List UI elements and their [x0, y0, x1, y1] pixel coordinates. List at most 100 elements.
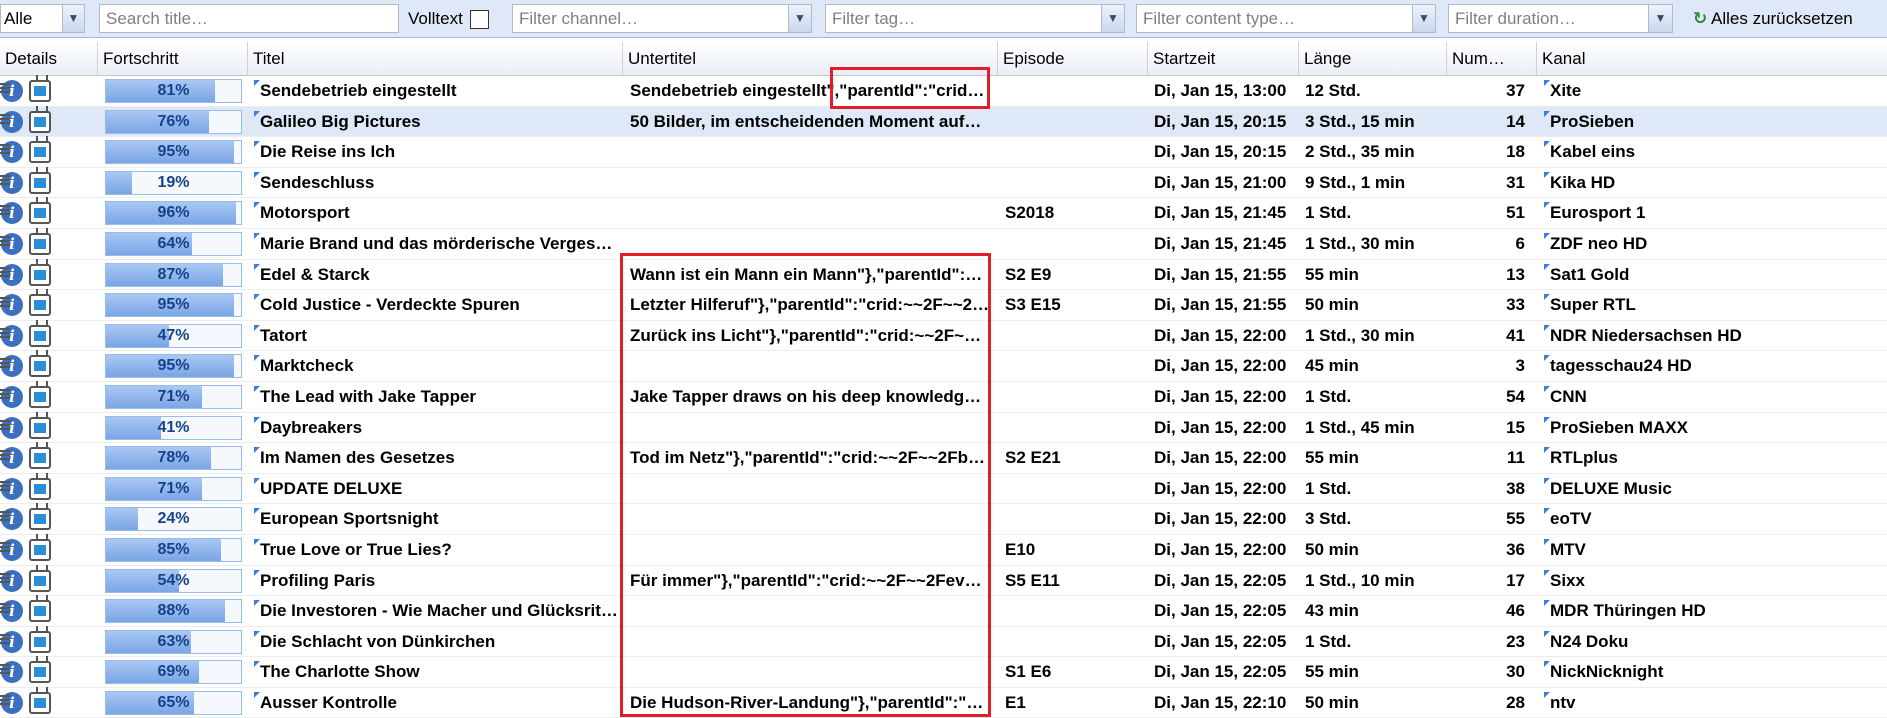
tv-icon[interactable]: [29, 263, 51, 286]
tv-icon[interactable]: [29, 80, 51, 102]
table-row[interactable]: i 54% Profiling Paris Für immer"},"parentId…: [0, 566, 1887, 597]
table-row[interactable]: i 95% Cold Justice - Verdeckte Spuren Letzt…: [0, 290, 1887, 321]
tv-icon[interactable]: [29, 538, 51, 561]
table-row[interactable]: i 47% Tatort Zurück ins Licht"},"parentId":…: [0, 321, 1887, 352]
tv-icon[interactable]: [29, 477, 51, 500]
cell-title: Tatort: [260, 325, 307, 345]
table-row[interactable]: i 69% The Charlotte Show S1 E6 Di, Jan 15, 2…: [0, 657, 1887, 688]
tv-icon[interactable]: [29, 324, 51, 347]
tv-icon[interactable]: [29, 691, 51, 714]
channel-filter[interactable]: Filter channel… ▼: [512, 4, 812, 33]
table-row[interactable]: i 64% Marie Brand und das mörderische Verg…: [0, 229, 1887, 260]
cell-channel: MTV: [1550, 539, 1586, 559]
column-header-length[interactable]: Länge: [1299, 42, 1447, 75]
info-icon[interactable]: i: [0, 110, 23, 133]
info-icon[interactable]: i: [0, 141, 23, 164]
progress-label: 85%: [157, 540, 190, 558]
progress-bar: 81%: [105, 79, 242, 103]
cell-channel: Sat1 Gold: [1550, 264, 1630, 284]
tv-icon[interactable]: [29, 202, 51, 225]
info-icon[interactable]: i: [0, 324, 23, 347]
table-row[interactable]: i 76% Galileo Big Pictures 50 Bilder, im en…: [0, 106, 1887, 138]
info-icon[interactable]: i: [0, 232, 23, 255]
info-icon[interactable]: i: [0, 385, 23, 408]
info-icon[interactable]: i: [0, 508, 23, 531]
tv-icon[interactable]: [29, 232, 51, 255]
table-row[interactable]: i 78% Im Namen des Gesetzes Tod im Netz"},"…: [0, 443, 1887, 474]
tv-icon[interactable]: [29, 508, 51, 531]
info-icon[interactable]: i: [0, 202, 23, 225]
table-row[interactable]: i 81% Sendebetrieb eingestellt Sendebetrieb…: [0, 76, 1887, 107]
chevron-down-icon[interactable]: ▼: [788, 5, 811, 32]
info-icon[interactable]: i: [0, 416, 23, 439]
column-header-progress[interactable]: Fortschritt: [98, 42, 248, 75]
info-icon[interactable]: i: [0, 80, 23, 102]
table-row[interactable]: i 71% The Lead with Jake Tapper Jake Tapper…: [0, 382, 1887, 413]
info-icon[interactable]: i: [0, 538, 23, 561]
progress-bar: 65%: [105, 690, 242, 715]
info-icon[interactable]: i: [0, 477, 23, 500]
cell-episode: [1005, 321, 1145, 351]
column-header-subtitle[interactable]: Untertitel: [623, 42, 998, 75]
tv-icon[interactable]: [29, 355, 51, 378]
chevron-down-icon[interactable]: ▼: [1649, 5, 1672, 32]
tv-icon[interactable]: [29, 141, 51, 164]
table-row[interactable]: i 24% European Sportsnight Di, Jan 15, 22:0…: [0, 504, 1887, 535]
table-row[interactable]: i 95% Marktcheck Di, Jan 15, 22:00 45 min 3 ta…: [0, 351, 1887, 382]
tv-icon[interactable]: [29, 416, 51, 439]
column-header-number[interactable]: Num…: [1447, 42, 1537, 75]
table-row[interactable]: i 41% Daybreakers Di, Jan 15, 22:00 1 Std., …: [0, 413, 1887, 444]
info-icon[interactable]: i: [0, 569, 23, 592]
cell-episode: [1005, 596, 1145, 626]
chevron-down-icon[interactable]: ▼: [62, 5, 84, 32]
table-row[interactable]: i 19% Sendeschluss Di, Jan 15, 21:00 9 Std.,…: [0, 168, 1887, 199]
info-icon[interactable]: i: [0, 447, 23, 470]
tv-icon[interactable]: [29, 569, 51, 592]
tv-icon[interactable]: [29, 110, 51, 133]
tv-icon[interactable]: [29, 661, 51, 684]
tag-filter[interactable]: Filter tag… ▼: [825, 4, 1125, 33]
column-header-channel[interactable]: Kanal: [1537, 42, 1887, 75]
tv-icon[interactable]: [29, 171, 51, 194]
progress-label: 63%: [157, 632, 190, 650]
info-icon[interactable]: i: [0, 263, 23, 286]
tv-icon[interactable]: [29, 385, 51, 408]
chevron-down-icon[interactable]: ▼: [1412, 5, 1435, 32]
column-header-title[interactable]: Titel: [248, 42, 623, 75]
column-header-details[interactable]: Details: [0, 42, 98, 75]
info-icon[interactable]: i: [0, 661, 23, 684]
table-row[interactable]: i 95% Die Reise ins Ich Di, Jan 15, 20:15 2 …: [0, 137, 1887, 168]
table-row[interactable]: i 65% Ausser Kontrolle Die Hudson-River-Lan…: [0, 688, 1887, 718]
column-header-start[interactable]: Startzeit: [1148, 42, 1299, 75]
table-row[interactable]: i 63% Die Schlacht von Dünkirchen Di, Jan 1…: [0, 627, 1887, 658]
table-row[interactable]: i 87% Edel & Starck Wann ist ein Mann ein M…: [0, 260, 1887, 291]
column-header-episode[interactable]: Episode: [998, 42, 1148, 75]
volltext-checkbox[interactable]: [470, 10, 489, 29]
reset-all-button[interactable]: ↻ Alles zurücksetzen: [1693, 4, 1853, 33]
mode-select[interactable]: Alle ▼: [0, 4, 85, 33]
content-type-filter[interactable]: Filter content type… ▼: [1136, 4, 1436, 33]
search-title-input[interactable]: Search title…: [99, 4, 399, 33]
tv-icon[interactable]: [29, 447, 51, 470]
table-row[interactable]: i 85% True Love or True Lies? E10 Di, Jan 15…: [0, 535, 1887, 566]
search-title-placeholder: Search title…: [106, 9, 209, 28]
info-icon[interactable]: i: [0, 600, 23, 623]
cell-episode: [1005, 504, 1145, 534]
progress-bar: 78%: [105, 446, 242, 471]
cell-episode: [1005, 413, 1145, 443]
info-icon[interactable]: i: [0, 691, 23, 714]
tv-icon[interactable]: [29, 294, 51, 317]
info-icon[interactable]: i: [0, 355, 23, 378]
duration-filter-trigger[interactable]: ▼: [1648, 4, 1673, 33]
cell-length: 1 Std.: [1305, 631, 1352, 651]
table-row[interactable]: i 96% Motorsport S2018 Di, Jan 15, 21:45 1 St…: [0, 198, 1887, 229]
table-row[interactable]: i 71% UPDATE DELUXE Di, Jan 15, 22:00 1 Std.…: [0, 474, 1887, 505]
info-icon[interactable]: i: [0, 294, 23, 317]
tv-icon[interactable]: [29, 600, 51, 623]
info-icon[interactable]: i: [0, 630, 23, 653]
tv-icon[interactable]: [29, 630, 51, 653]
info-icon[interactable]: i: [0, 171, 23, 194]
table-row[interactable]: i 88% Die Investoren - Wie Macher und Glüc…: [0, 596, 1887, 627]
duration-filter[interactable]: Filter duration…: [1448, 4, 1673, 33]
chevron-down-icon[interactable]: ▼: [1101, 5, 1124, 32]
